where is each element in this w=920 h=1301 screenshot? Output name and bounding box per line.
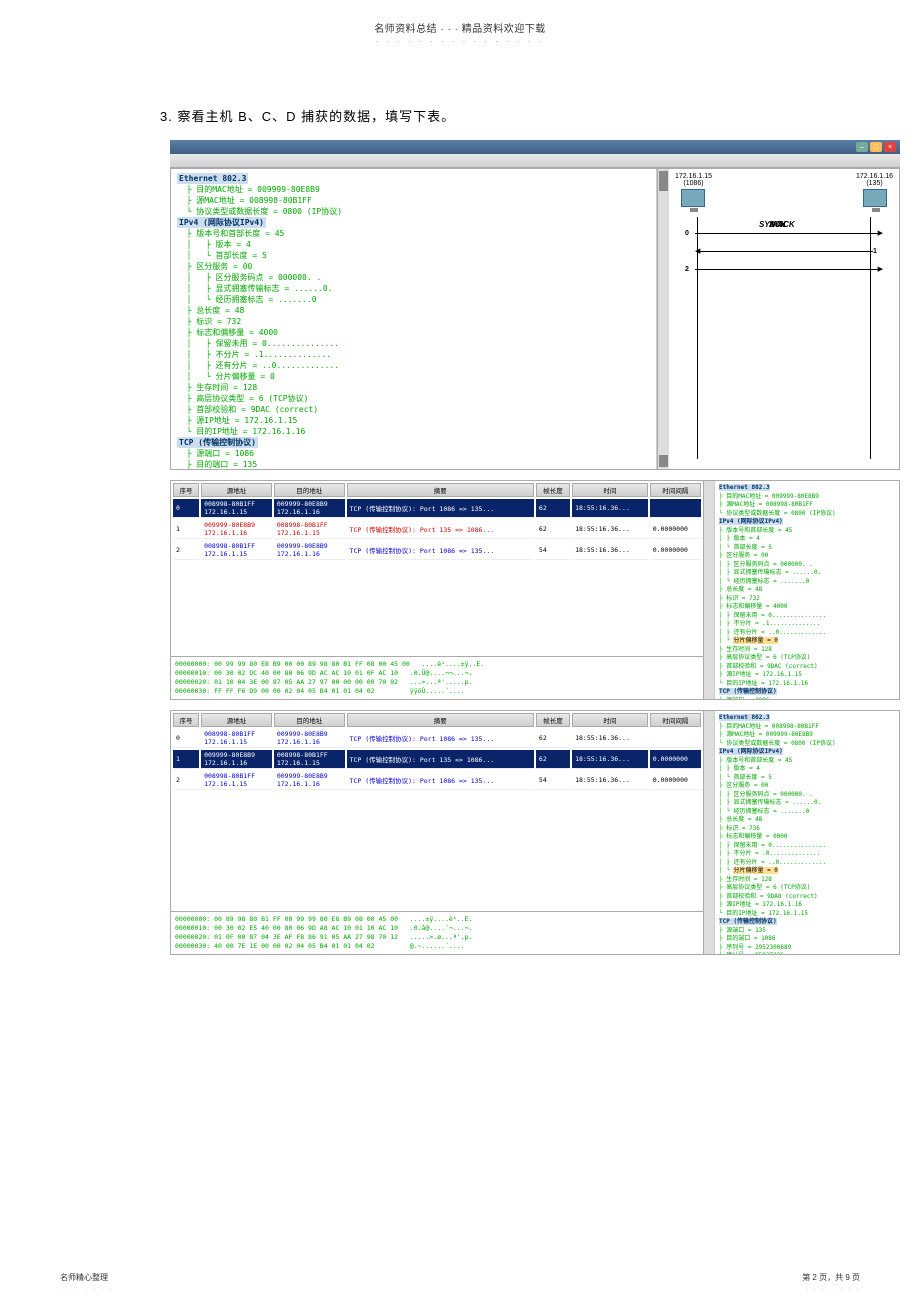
col-intv[interactable]: 时间间隔 (650, 483, 701, 497)
ecn-experienced: 经历拥塞标志 = .......0 (216, 295, 317, 304)
ver-hdrlen: 版本号和首部长度 = 45 (196, 229, 284, 238)
identification: 标识 = 732 (196, 317, 241, 326)
hex-dump[interactable]: 00000000: 00 99 99 80 E8 B9 00 00 89 98 … (171, 656, 703, 699)
ethernet-header[interactable]: Ethernet 802.3 (177, 173, 248, 184)
ecn-transport: 显式拥塞传输标志 = ......0. (216, 284, 333, 293)
ip-protocol: 高层协议类型 = 6 (TCP协议) (196, 394, 308, 403)
frag-offset-selected: 分片偏移量 = 0 (733, 637, 777, 644)
proto-type: 协议类型或数据长度 = 0800 (IP协议) (196, 207, 342, 216)
flag-mf: 还有分片 = ..0............. (216, 361, 340, 370)
page-footer-dots: · · · · · · · · · · · · · · (60, 1286, 860, 1293)
handshake-diagram: 172.16.1.15 (1086) 172.16.1.16 (135) 0▶S… (669, 169, 899, 469)
page-footer: 名师精心整理 第 2 页，共 9 页 (60, 1272, 860, 1283)
toolbar-strip (170, 154, 900, 168)
panel-ethernet-tree: – □ × Ethernet 802.3 ├ 目的MAC地址 = 009999-… (170, 140, 900, 470)
table-row[interactable]: 2008998-80B1FF172.16.1.15009999-80E8B917… (173, 771, 701, 790)
footer-right: 第 2 页，共 9 页 (802, 1272, 860, 1283)
host-left: 172.16.1.15 (1086) (675, 173, 712, 207)
capture-panel-3: 序号 源地址 目的地址 摘要 帧长度 时间 时间间隔 0008998-80B1F… (170, 710, 900, 955)
step-ack: 2▶ACK (699, 265, 869, 273)
dst-mac: 目的MAC地址 = 009999-80E8B9 (196, 185, 320, 194)
minimize-icon[interactable]: – (856, 142, 868, 152)
table-row[interactable]: 0008998-80B1FF172.16.1.15009999-80E8B917… (173, 729, 701, 748)
dst-port: 目的端口 = 135 (196, 460, 257, 469)
table-row[interactable]: 1009999-80E8B9172.16.1.16008998-80B1FF17… (173, 750, 701, 769)
col-dst[interactable]: 目的地址 (274, 483, 345, 497)
dst-ip: 目的IP地址 = 172.16.1.16 (196, 427, 305, 436)
empty-area (171, 562, 703, 656)
src-mac: 源MAC地址 = 008998-80B1FF (196, 196, 312, 205)
step-syn: 0▶SYN (699, 229, 869, 237)
flag-reserved: 保留未用 = 0............... (216, 339, 340, 348)
src-port: 源端口 = 1086 (196, 449, 254, 458)
computer-icon (681, 189, 705, 207)
detail-tree[interactable]: Ethernet 802.3 ├ 目的MAC地址 = 009999-80E8B9… (714, 481, 899, 699)
col-idx[interactable]: 序号 (173, 483, 199, 497)
frag-offset: 分片偏移量 = 0 (216, 372, 275, 381)
footer-left: 名师精心整理 (60, 1272, 108, 1283)
question-3: 3. 察看主机 B、C、D 捕获的数据，填写下表。 (160, 106, 860, 125)
page: 名师资料总结 · · · 精品资料欢迎下载 · · · · · · · · · … (0, 0, 920, 1301)
table-row[interactable]: 2008998-80B1FF172.16.1.15009999-80E8B917… (173, 541, 701, 560)
hex-dump[interactable]: 00000000: 00 89 98 80 B1 FF 00 99 99 80 … (171, 911, 703, 954)
packet-table[interactable]: 序号 源地址 目的地址 摘要 帧长度 时间 时间间隔 0008998-80B1F… (171, 481, 703, 562)
protocol-tree[interactable]: Ethernet 802.3 ├ 目的MAC地址 = 009999-80E8B9… (171, 169, 657, 469)
table-row[interactable]: 1009999-80E8B9172.16.1.16008998-80B1FF17… (173, 520, 701, 539)
window-titlebar: – □ × (170, 140, 900, 154)
maximize-icon[interactable]: □ (870, 142, 882, 152)
packet-table[interactable]: 序号 源地址 目的地址 摘要 帧长度 时间 时间间隔 0008998-80B1F… (171, 711, 703, 792)
ip-checksum: 首部校验和 = 9DAC (correct) (196, 405, 318, 414)
lifeline-right (870, 217, 871, 459)
col-time[interactable]: 时间 (572, 483, 648, 497)
tos-code: 区分服务码点 = 000000. . (216, 273, 322, 282)
doc-header: 名师资料总结 · · · 精品资料欢迎下载 (60, 20, 860, 35)
col-len[interactable]: 帧长度 (536, 483, 570, 497)
close-icon[interactable]: × (884, 142, 896, 152)
flag-df: 不分片 = .1.............. (216, 350, 332, 359)
doc-header-dots: · · · · · · · · · · · · · · · · (60, 37, 860, 46)
flags-offset: 标志和偏移量 = 4000 (196, 328, 278, 337)
tcp-header[interactable]: TCP (传输控制协议) (177, 437, 258, 448)
table-row[interactable]: 0008998-80B1FF172.16.1.15009999-80E8B917… (173, 499, 701, 518)
detail-tree[interactable]: Ethernet 802.3 ├ 目的MAC地址 = 008998-80B1FF… (714, 711, 899, 954)
scrollbar[interactable] (703, 711, 714, 954)
ipv4-header[interactable]: IPv4 (网际协议IPv4) (177, 217, 266, 228)
step-synack: ◀1SYN ACK (699, 247, 869, 255)
ttl: 生存时间 = 128 (196, 383, 257, 392)
computer-icon (863, 189, 887, 207)
tos: 区分服务 = 00 (196, 262, 252, 271)
capture-panel-2: 序号 源地址 目的地址 摘要 帧长度 时间 时间间隔 0008998-80B1F… (170, 480, 900, 700)
src-ip: 源IP地址 = 172.16.1.15 (196, 416, 297, 425)
col-src[interactable]: 源地址 (201, 483, 272, 497)
ip-hlen: 首部长度 = 5 (216, 251, 267, 260)
frag-offset-selected: 分片偏移量 = 0 (733, 867, 777, 874)
total-length: 总长度 = 48 (196, 306, 244, 315)
col-summary[interactable]: 摘要 (347, 483, 534, 497)
scrollbar[interactable] (703, 481, 714, 699)
empty-area (171, 792, 703, 911)
scrollbar[interactable] (657, 169, 669, 469)
host-right: 172.16.1.16 (135) (856, 173, 893, 207)
ip-version: 版本 = 4 (216, 240, 251, 249)
